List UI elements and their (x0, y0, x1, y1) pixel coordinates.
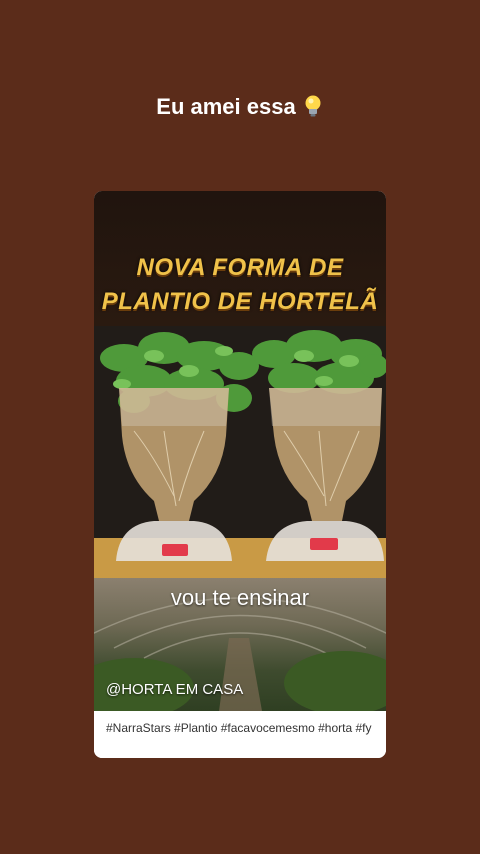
headline-line-1: NOVA FORMA DE (136, 254, 344, 281)
shared-post-card[interactable]: NOVA FORMA DE PLANTIO DE HORTELÃ vou te … (94, 191, 386, 758)
light-bulb-icon (302, 94, 324, 118)
caption-text: Eu amei essa (156, 94, 296, 119)
story-caption: Eu amei essa (0, 94, 480, 120)
post-subtitle: vou te ensinar (170, 585, 310, 610)
headline-line-2: PLANTIO DE HORTELÃ (101, 288, 379, 315)
mint-plants-image (94, 326, 386, 578)
post-headline: NOVA FORMA DE PLANTIO DE HORTELÃ (94, 251, 386, 319)
post-title-area: NOVA FORMA DE PLANTIO DE HORTELÃ (94, 191, 386, 326)
account-handle[interactable]: @HORTA EM CASA (106, 681, 243, 698)
post-hashtags: #NarraStars #Plantio #facavocemesmo #hor… (94, 711, 386, 758)
